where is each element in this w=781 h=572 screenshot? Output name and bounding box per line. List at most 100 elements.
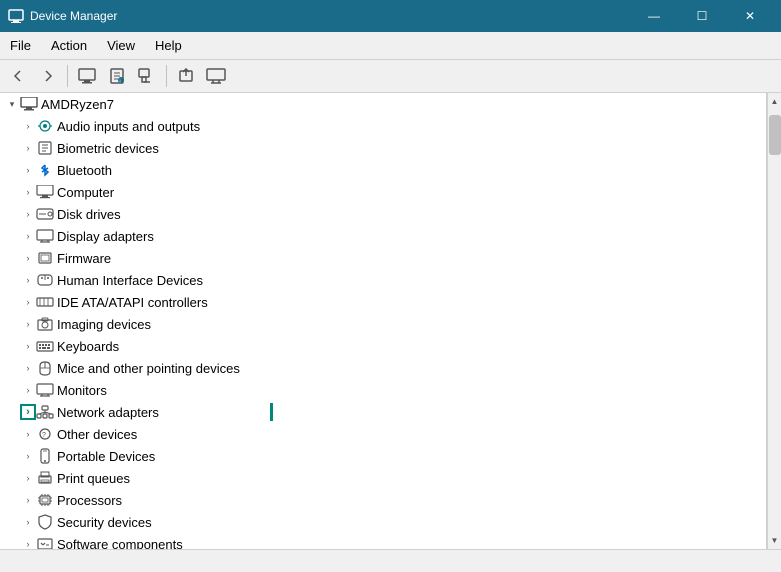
expand-print[interactable]: › [20, 470, 36, 486]
computer-button[interactable] [73, 63, 101, 89]
tree-root[interactable]: ▾ AMDRyzen7 [0, 93, 766, 115]
biometric-label: Biometric devices [57, 141, 159, 156]
portable-icon [36, 448, 54, 464]
properties-button[interactable]: i [103, 63, 131, 89]
expand-keyboards[interactable]: › [20, 338, 36, 354]
expand-audio[interactable]: › [20, 118, 36, 134]
scroll-thumb[interactable] [769, 115, 781, 155]
list-item[interactable]: › Computer [0, 181, 766, 203]
disk-label: Disk drives [57, 207, 121, 222]
menu-help[interactable]: Help [145, 34, 192, 57]
scrollbar[interactable]: ▲ ▼ [767, 93, 781, 549]
minimize-button[interactable]: — [631, 0, 677, 32]
display-icon [36, 228, 54, 244]
scroll-down-button[interactable]: ▼ [768, 532, 781, 549]
computer-tree-label: Computer [57, 185, 114, 200]
list-item[interactable]: › Disk drives [0, 203, 766, 225]
menu-view[interactable]: View [97, 34, 145, 57]
list-item[interactable]: › Monitors [0, 379, 766, 401]
expand-firmware[interactable]: › [20, 250, 36, 266]
firmware-label: Firmware [57, 251, 111, 266]
forward-button[interactable] [34, 63, 62, 89]
cursor-indicator [270, 403, 273, 421]
list-item[interactable]: › Mice and other pointing devices [0, 357, 766, 379]
list-item[interactable]: › Audio inputs and outputs [0, 115, 766, 137]
scroll-track[interactable] [768, 110, 781, 532]
imaging-icon [36, 316, 54, 332]
disk-icon [36, 206, 54, 222]
list-item[interactable]: › Firmware [0, 247, 766, 269]
monitors-label: Monitors [57, 383, 107, 398]
menu-file[interactable]: File [0, 34, 41, 57]
list-item[interactable]: › Display adapters [0, 225, 766, 247]
monitor-button[interactable] [202, 63, 230, 89]
computer-tree-icon [36, 184, 54, 200]
security-icon [36, 514, 54, 530]
expand-disk[interactable]: › [20, 206, 36, 222]
list-item[interactable]: › Network adapters [0, 401, 766, 423]
list-item[interactable]: › Keyboards [0, 335, 766, 357]
expand-portable[interactable]: › [20, 448, 36, 464]
update-button[interactable] [172, 63, 200, 89]
network-icon [36, 404, 54, 420]
processor-icon [36, 492, 54, 508]
maximize-button[interactable]: ☐ [679, 0, 725, 32]
scroll-up-button[interactable]: ▲ [768, 93, 781, 110]
ide-label: IDE ATA/ATAPI controllers [57, 295, 208, 310]
expand-ide[interactable]: › [20, 294, 36, 310]
mice-label: Mice and other pointing devices [57, 361, 240, 376]
network-label: Network adapters [57, 405, 159, 420]
list-item[interactable]: › Processors [0, 489, 766, 511]
toolbar-separator-2 [166, 65, 167, 87]
expand-imaging[interactable]: › [20, 316, 36, 332]
menu-action[interactable]: Action [41, 34, 97, 57]
window-title: Device Manager [30, 9, 631, 23]
software-comp-icon [36, 536, 54, 549]
main-content: ▾ AMDRyzen7 › Audio input [0, 93, 781, 549]
expand-other[interactable]: › [20, 426, 36, 442]
back-button[interactable] [4, 63, 32, 89]
list-item[interactable]: › Software components [0, 533, 766, 549]
root-label: AMDRyzen7 [41, 97, 114, 112]
window-controls: — ☐ ✕ [631, 0, 773, 32]
security-label: Security devices [57, 515, 152, 530]
list-item[interactable]: › Portable Devices [0, 445, 766, 467]
expand-biometric[interactable]: › [20, 140, 36, 156]
expand-computer[interactable]: › [20, 184, 36, 200]
expand-bluetooth[interactable]: › [20, 162, 36, 178]
close-button[interactable]: ✕ [727, 0, 773, 32]
expand-network[interactable]: › [20, 404, 36, 420]
app-icon [8, 8, 24, 24]
hid-label: Human Interface Devices [57, 273, 203, 288]
expand-display[interactable]: › [20, 228, 36, 244]
list-item[interactable]: › Human Interface Devices [0, 269, 766, 291]
audio-icon [36, 118, 54, 134]
toolbar-separator-1 [67, 65, 68, 87]
print-icon [36, 470, 54, 486]
device-tree[interactable]: ▾ AMDRyzen7 › Audio input [0, 93, 767, 549]
imaging-label: Imaging devices [57, 317, 151, 332]
list-item[interactable]: › IDE ATA/ATAPI controllers [0, 291, 766, 313]
expand-security[interactable]: › [20, 514, 36, 530]
biometric-icon [36, 140, 54, 156]
list-item[interactable]: › Imaging devices [0, 313, 766, 335]
bluetooth-label: Bluetooth [57, 163, 112, 178]
scan-button[interactable] [133, 63, 161, 89]
list-item[interactable]: › ? Other devices [0, 423, 766, 445]
list-item[interactable]: › Print queues [0, 467, 766, 489]
expand-processors[interactable]: › [20, 492, 36, 508]
expand-mice[interactable]: › [20, 360, 36, 376]
list-item[interactable]: › Bluetooth [0, 159, 766, 181]
expand-root[interactable]: ▾ [4, 96, 20, 112]
expand-monitors[interactable]: › [20, 382, 36, 398]
keyboard-icon [36, 338, 54, 354]
expand-software-comp[interactable]: › [20, 536, 36, 549]
svg-text:?: ? [42, 432, 46, 439]
portable-label: Portable Devices [57, 449, 155, 464]
list-item[interactable]: › Biometric devices [0, 137, 766, 159]
bluetooth-icon [36, 162, 54, 178]
toolbar: i [0, 60, 781, 93]
expand-hid[interactable]: › [20, 272, 36, 288]
hid-icon [36, 272, 54, 288]
list-item[interactable]: › Security devices [0, 511, 766, 533]
